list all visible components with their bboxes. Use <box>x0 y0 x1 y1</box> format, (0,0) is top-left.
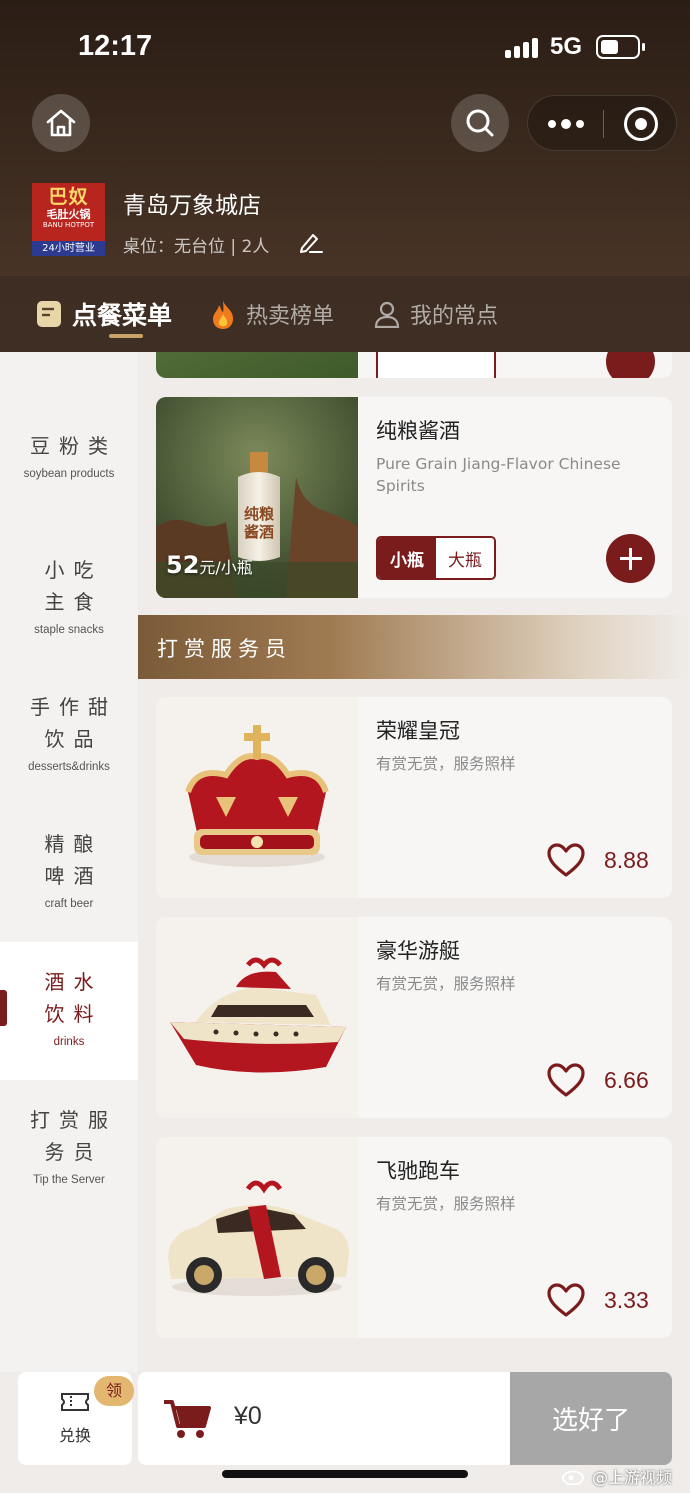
product-card-spirits[interactable]: 纯粮 酱酒 52元/小瓶 纯粮酱酒 Pure Grain Jiang-Flavo… <box>156 397 672 598</box>
tip-title: 飞驰跑车 <box>376 1159 460 1183</box>
product-image <box>156 352 358 378</box>
network-type: 5G <box>550 33 583 60</box>
sidebar-item-staple-snacks[interactable]: 小吃主食 staple snacks <box>0 554 138 636</box>
sidebar-item-craft-beer[interactable]: 精酿啤酒 craft beer <box>0 828 138 910</box>
tip-card-sports-car[interactable]: 飞驰跑车 有赏无赏，服务照样 3.33 <box>156 1137 672 1338</box>
exchange-button[interactable]: 领 兑换 <box>18 1372 134 1465</box>
heart-icon <box>547 1063 585 1097</box>
close-mini-program-icon[interactable] <box>624 107 658 141</box>
checkout-button[interactable]: 选好了 <box>510 1372 672 1465</box>
more-options-icon[interactable] <box>548 115 584 133</box>
signal-icon <box>505 36 541 58</box>
size-large-button[interactable]: 大瓶 <box>436 538 494 578</box>
tab-order-menu[interactable]: 点餐菜单 <box>36 296 172 332</box>
sidebar-item-drinks[interactable]: 酒水饮料 drinks <box>0 942 138 1080</box>
active-tab-indicator <box>109 334 143 338</box>
edit-icon[interactable] <box>298 230 324 254</box>
sidebar-item-desserts[interactable]: 手作甜饮品 desserts&drinks <box>0 691 138 773</box>
search-icon <box>466 109 494 137</box>
tip-title: 荣耀皇冠 <box>376 719 460 743</box>
crown-image <box>156 697 358 898</box>
product-title: 纯粮酱酒 <box>376 419 460 443</box>
fire-icon <box>210 300 236 329</box>
size-selector: 小瓶 大瓶 <box>376 536 496 580</box>
size-small-button[interactable]: 小瓶 <box>378 538 436 578</box>
battery-icon <box>596 35 645 59</box>
yacht-image <box>156 917 358 1118</box>
sports-car-image <box>156 1137 358 1338</box>
svg-text:酱酒: 酱酒 <box>244 523 274 541</box>
tip-subtitle: 有赏无赏，服务照样 <box>376 975 516 993</box>
heart-icon <box>547 843 585 877</box>
status-time: 12:17 <box>78 30 153 62</box>
home-icon <box>46 109 76 137</box>
search-button[interactable] <box>451 94 509 152</box>
sidebar-item-soybean[interactable]: 豆粉类 soybean products <box>0 430 138 480</box>
svg-text:纯粮: 纯粮 <box>244 505 275 523</box>
product-card-partial[interactable] <box>156 352 672 378</box>
table-info: 桌位：无台位 | 2人 <box>123 237 270 257</box>
mini-program-capsule <box>527 95 677 151</box>
sidebar-item-tip-server[interactable]: 打赏服务员 Tip the Server <box>0 1104 138 1186</box>
tip-subtitle: 有赏无赏，服务照样 <box>376 755 516 773</box>
tip-amount[interactable]: 6.66 <box>546 1062 649 1098</box>
watermark: @上游视频 <box>562 1464 672 1488</box>
tip-card-yacht[interactable]: 豪华游艇 有赏无赏，服务照样 6.66 <box>156 917 672 1118</box>
tip-amount[interactable]: 8.88 <box>546 842 649 878</box>
cart-bar[interactable]: ¥0 选好了 <box>138 1372 672 1465</box>
coupon-badge: 领 <box>94 1376 134 1406</box>
heart-icon <box>547 1283 585 1317</box>
spirits-price: 52元/小瓶 <box>166 551 253 579</box>
cart-icon <box>164 1400 211 1438</box>
home-button[interactable] <box>32 94 90 152</box>
weibo-logo-icon <box>562 1470 584 1485</box>
store-name[interactable]: 青岛万象城店 <box>123 186 261 220</box>
status-bar: 12:17 5G <box>0 0 690 90</box>
tip-subtitle: 有赏无赏，服务照样 <box>376 1195 516 1213</box>
brand-logo: 巴奴 毛肚火锅 BANU HOTPOT 24小时营业 <box>32 183 105 256</box>
home-indicator <box>222 1470 468 1478</box>
product-list: 纯粮 酱酒 52元/小瓶 纯粮酱酒 Pure Grain Jiang-Flavo… <box>138 352 690 1372</box>
tab-my-favorites[interactable]: 我的常点 <box>374 296 498 332</box>
category-sidebar: 豆粉类 soybean products 小吃主食 staple snacks … <box>0 352 138 1372</box>
tip-card-crown[interactable]: 荣耀皇冠 有赏无赏，服务照样 8.88 <box>156 697 672 898</box>
exchange-label: 兑换 <box>58 1426 91 1445</box>
tab-hot-ranking[interactable]: 热卖榜单 <box>210 296 334 332</box>
product-subtitle: Pure Grain Jiang-Flavor Chinese Spirits <box>376 455 621 495</box>
ticket-icon <box>61 1393 89 1411</box>
cart-total: ¥0 <box>234 1402 262 1430</box>
menu-tabs: 点餐菜单 热卖榜单 我的常点 <box>0 276 690 352</box>
app-header: 12:17 5G 巴奴 毛肚火锅 BANU HOTPOT 24小时营业 青岛万象… <box>0 0 690 352</box>
tip-title: 豪华游艇 <box>376 939 460 963</box>
user-icon <box>374 300 400 329</box>
section-header-tip: 打赏服务员 <box>138 615 690 679</box>
tip-amount[interactable]: 3.33 <box>546 1282 649 1318</box>
add-to-cart-button[interactable] <box>606 534 655 583</box>
active-category-marker <box>0 990 7 1026</box>
menu-note-icon <box>36 300 62 328</box>
